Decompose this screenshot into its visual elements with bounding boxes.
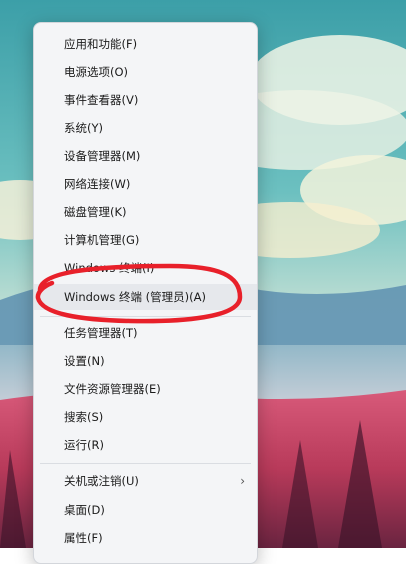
menu-item-computer-management[interactable]: 计算机管理(G)	[34, 227, 257, 253]
menu-item-apps-features[interactable]: 应用和功能(F)	[34, 31, 257, 57]
menu-item-file-explorer[interactable]: 文件资源管理器(E)	[34, 376, 257, 402]
menu-item-properties[interactable]: 属性(F)	[34, 525, 257, 551]
menu-item-desktop[interactable]: 桌面(D)	[34, 497, 257, 523]
menu-separator	[40, 316, 251, 317]
menu-item-power-options[interactable]: 电源选项(O)	[34, 59, 257, 85]
winx-context-menu: 应用和功能(F) 电源选项(O) 事件查看器(V) 系统(Y) 设备管理器(M)…	[33, 22, 258, 564]
menu-item-network-connections[interactable]: 网络连接(W)	[34, 171, 257, 197]
menu-item-windows-terminal-admin[interactable]: Windows 终端 (管理员)(A)	[34, 284, 257, 310]
menu-item-run[interactable]: 运行(R)	[34, 432, 257, 458]
menu-item-search[interactable]: 搜索(S)	[34, 404, 257, 430]
menu-item-settings[interactable]: 设置(N)	[34, 348, 257, 374]
menu-item-disk-management[interactable]: 磁盘管理(K)	[34, 199, 257, 225]
menu-item-task-manager[interactable]: 任务管理器(T)	[34, 320, 257, 346]
menu-item-device-manager[interactable]: 设备管理器(M)	[34, 143, 257, 169]
menu-item-system[interactable]: 系统(Y)	[34, 115, 257, 141]
menu-item-shutdown-signout[interactable]: 关机或注销(U) ›	[34, 468, 257, 494]
chevron-right-icon: ›	[240, 474, 245, 488]
menu-separator	[40, 463, 251, 464]
menu-item-event-viewer[interactable]: 事件查看器(V)	[34, 87, 257, 113]
menu-item-label: 关机或注销(U)	[64, 474, 139, 488]
menu-item-windows-terminal[interactable]: Windows 终端(I)	[34, 255, 257, 281]
